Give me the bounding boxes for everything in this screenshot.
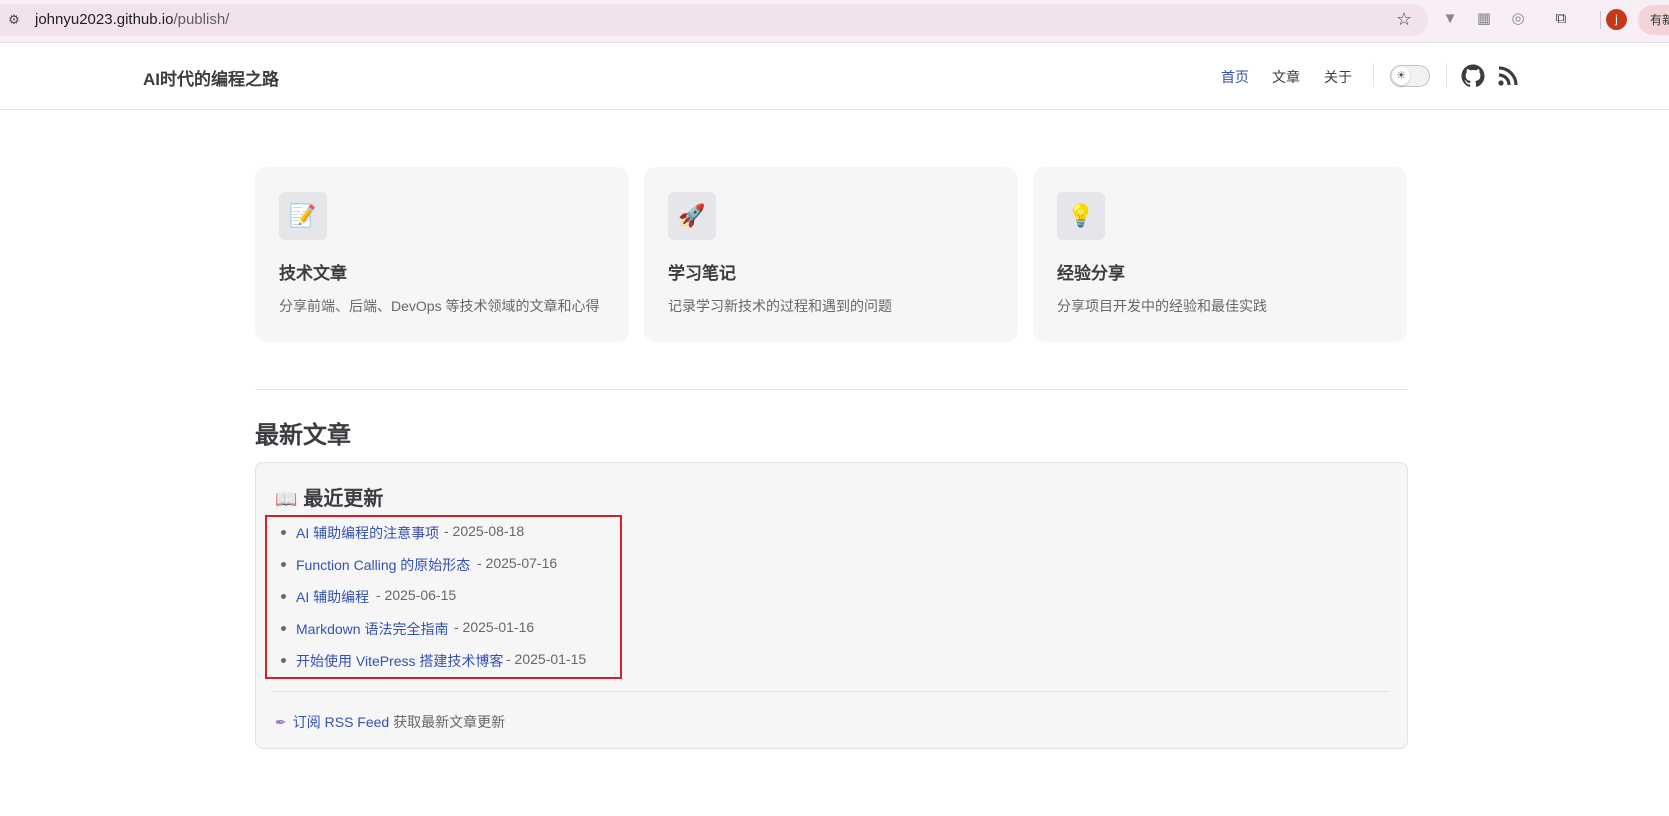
bullet — [281, 530, 286, 535]
browser-toolbar: ⚙ johnyu2023.github.io/publish/ ☆ ▼ ▦ ◎ … — [0, 0, 1669, 43]
github-icon[interactable] — [1461, 64, 1485, 88]
bullet — [281, 594, 286, 599]
extension-icon[interactable]: ▦ — [1475, 10, 1493, 28]
sun-icon: ☀ — [1392, 67, 1410, 85]
post-link[interactable]: AI 辅助编程 — [296, 587, 369, 607]
nav-link-about[interactable]: 关于 — [1324, 67, 1352, 87]
feature-description: 分享项目开发中的经验和最佳实践 — [1057, 298, 1267, 314]
bullet — [281, 626, 286, 631]
recent-updates-title: 📖 最近更新 — [275, 488, 384, 510]
recent-updates-box: 📖 最近更新 AI 辅助编程的注意事项 - 2025-08-18 Function… — [255, 462, 1408, 749]
feature-title: 技术文章 — [279, 264, 347, 283]
post-date: - 2025-01-16 — [454, 619, 535, 635]
site-info-icon[interactable]: ⚙ — [6, 12, 22, 28]
theme-toggle[interactable]: ☀ — [1390, 65, 1430, 87]
rss-suffix-text: 获取最新文章更新 — [389, 714, 506, 730]
vue-devtools-extension-icon[interactable]: ▼ — [1441, 10, 1459, 28]
post-date: - 2025-06-15 — [376, 587, 457, 603]
box-divider — [272, 691, 1390, 692]
update-button[interactable]: 有新 — [1638, 5, 1669, 35]
feature-description: 记录学习新技术的过程和遇到的问题 — [668, 298, 892, 314]
feature-card-study-notes: 🚀 学习笔记 记录学习新技术的过程和遇到的问题 — [644, 167, 1018, 342]
profile-avatar[interactable]: j — [1606, 9, 1627, 30]
lightbulb-icon: 💡 — [1057, 192, 1105, 240]
latest-articles-heading: 最新文章 — [255, 422, 351, 449]
feature-title: 经验分享 — [1057, 264, 1125, 283]
bookmark-star-icon[interactable]: ☆ — [1396, 9, 1412, 29]
site-nav: AI时代的编程之路 首页 文章 关于 ☀ — [0, 43, 1669, 110]
post-link[interactable]: 开始使用 VitePress 搭建技术博客 — [296, 651, 503, 671]
rss-feed-link[interactable]: 订阅 RSS Feed — [293, 714, 389, 730]
rocket-icon: 🚀 — [668, 192, 716, 240]
post-link[interactable]: Function Calling 的原始形态 — [296, 555, 470, 575]
nav-link-articles[interactable]: 文章 — [1272, 67, 1300, 87]
feature-card-tech-articles: 📝 技术文章 分享前端、后端、DevOps 等技术领域的文章和心得 — [255, 167, 629, 342]
book-icon: 📖 — [275, 489, 298, 509]
nav-link-home[interactable]: 首页 — [1221, 67, 1249, 87]
feature-card-experience: 💡 经验分享 分享项目开发中的经验和最佳实践 — [1033, 167, 1407, 342]
post-link[interactable]: Markdown 语法完全指南 — [296, 619, 448, 639]
site-title[interactable]: AI时代的编程之路 — [143, 65, 279, 90]
section-divider — [255, 389, 1408, 390]
bullet — [281, 658, 286, 663]
feature-title: 学习笔记 — [668, 264, 736, 283]
puzzle-extensions-icon[interactable]: ⧉ — [1552, 10, 1570, 28]
feature-description: 分享前端、后端、DevOps 等技术领域的文章和心得 — [279, 298, 600, 314]
post-date: - 2025-01-15 — [506, 651, 587, 667]
post-date: - 2025-07-16 — [477, 555, 558, 571]
post-link[interactable]: AI 辅助编程的注意事项 — [296, 523, 439, 543]
rss-icon[interactable] — [1496, 64, 1520, 88]
rss-subscribe-line: ✒ 订阅 RSS Feed 获取最新文章更新 — [275, 712, 505, 732]
nav-divider — [1446, 63, 1447, 87]
nav-divider — [1373, 63, 1374, 87]
url-text[interactable]: johnyu2023.github.io/publish/ — [35, 11, 229, 29]
extension-icon[interactable]: ◎ — [1509, 10, 1527, 28]
bullet — [281, 562, 286, 567]
pen-icon: ✒ — [275, 714, 287, 730]
memo-icon: 📝 — [279, 192, 327, 240]
address-bar[interactable]: ⚙ johnyu2023.github.io/publish/ ☆ — [0, 4, 1428, 36]
post-date: - 2025-08-18 — [444, 523, 525, 539]
toolbar-divider — [1600, 11, 1601, 29]
